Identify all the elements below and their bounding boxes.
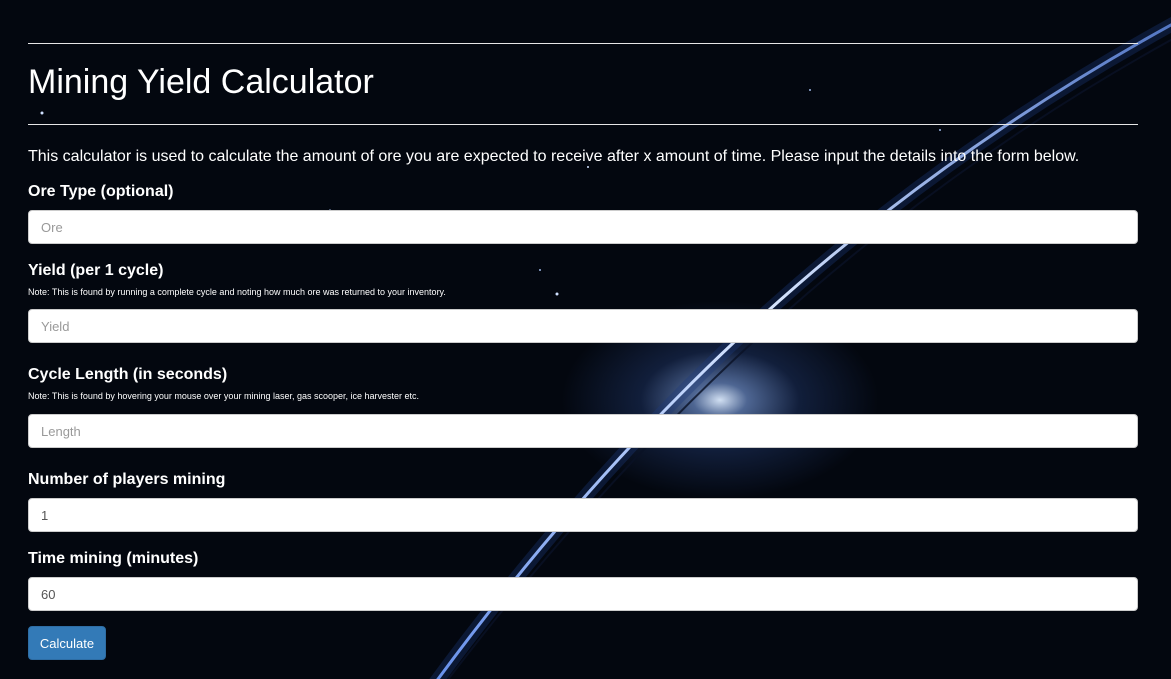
intro-text: This calculator is used to calculate the… <box>28 148 1080 165</box>
title-divider <box>28 124 1138 125</box>
page: Mining Yield Calculator This calculator … <box>0 0 1171 679</box>
calculate-button[interactable]: Calculate <box>28 626 106 660</box>
ore-type-label: Ore Type (optional) <box>28 183 174 200</box>
time-input[interactable] <box>28 577 1138 611</box>
yield-group: Yield (per 1 cycle) Note: This is found … <box>28 261 1138 343</box>
time-label: Time mining (minutes) <box>28 550 199 567</box>
yield-note: Note: This is found by running a complet… <box>28 287 446 297</box>
cycle-length-input[interactable] <box>28 414 1138 448</box>
page-title: Mining Yield Calculator <box>28 63 374 101</box>
yield-input[interactable] <box>28 309 1138 343</box>
cycle-length-group: Cycle Length (in seconds) Note: This is … <box>28 365 1138 448</box>
players-label: Number of players mining <box>28 471 226 488</box>
cycle-length-note: Note: This is found by hovering your mou… <box>28 391 420 401</box>
players-input[interactable] <box>28 498 1138 532</box>
top-divider <box>28 43 1138 44</box>
players-group: Number of players mining <box>28 470 1138 532</box>
ore-type-group: Ore Type (optional) <box>28 182 1138 244</box>
cycle-length-label: Cycle Length (in seconds) <box>28 366 228 383</box>
ore-type-input[interactable] <box>28 210 1138 244</box>
time-group: Time mining (minutes) <box>28 549 1138 611</box>
yield-label: Yield (per 1 cycle) <box>28 262 164 279</box>
